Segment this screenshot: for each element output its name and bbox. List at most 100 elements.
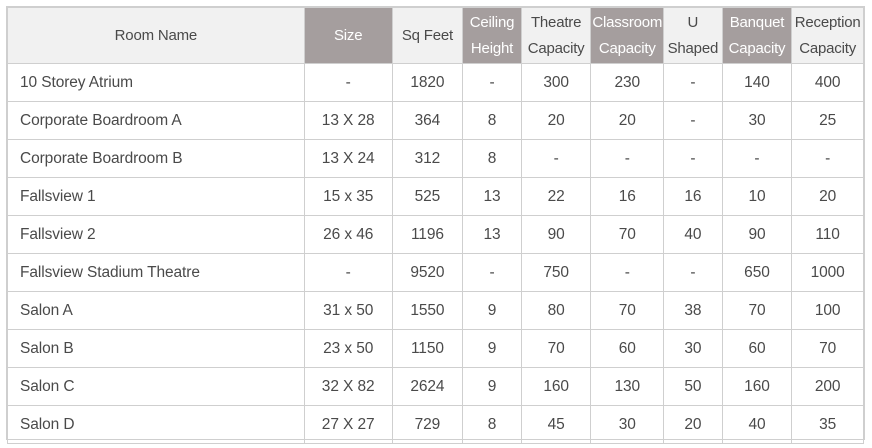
cell-room: Fallsview Stadium Theatre bbox=[7, 253, 305, 292]
column-header-ushaped: U Shaped bbox=[663, 7, 723, 64]
cell-theatre: 70 bbox=[520, 329, 592, 368]
cell-classroom: 130 bbox=[590, 367, 665, 406]
cell-room: Fallsview 1 bbox=[7, 177, 305, 216]
cell-room: Corporate Boardroom B bbox=[7, 139, 305, 178]
cell-ceiling: 9 bbox=[462, 367, 522, 406]
cell-sqft: 364 bbox=[391, 101, 464, 140]
cell-banquet: 30 bbox=[721, 101, 793, 140]
cell-reception: - bbox=[791, 139, 864, 178]
cell-theatre: 90 bbox=[520, 215, 592, 254]
cell-banquet: 60 bbox=[721, 329, 793, 368]
cell-classroom: 16 bbox=[590, 177, 665, 216]
cell-classroom: 70 bbox=[590, 215, 665, 254]
cell-size: - bbox=[303, 253, 393, 292]
cell-banquet: - bbox=[721, 139, 793, 178]
cell-size: 27 X 27 bbox=[303, 405, 393, 444]
cell-classroom: - bbox=[590, 253, 665, 292]
column-header-theatre: Theatre Capacity bbox=[520, 7, 592, 64]
cell-classroom: 70 bbox=[590, 291, 665, 330]
cell-ceiling: 13 bbox=[462, 177, 522, 216]
meeting-rooms-table-container: Room Name Size Sq Feet Ceiling Height Theatre… bbox=[6, 6, 865, 444]
cell-size: 23 x 50 bbox=[303, 329, 393, 368]
table-row: Salon A 31 x 50 1550 9 80 70 38 70 100 bbox=[7, 291, 864, 330]
cell-size: 26 x 46 bbox=[303, 215, 393, 254]
cell-theatre: 160 bbox=[520, 367, 592, 406]
table-row: Salon B 23 x 50 1150 9 70 60 30 60 70 bbox=[7, 329, 864, 368]
cell-sqft: 525 bbox=[391, 177, 464, 216]
cell-reception: 1000 bbox=[791, 253, 864, 292]
cell-reception: 100 bbox=[791, 291, 864, 330]
cell-theatre: 22 bbox=[520, 177, 592, 216]
column-header-label: Classroom bbox=[592, 13, 663, 31]
column-header-classroom: Classroom Capacity bbox=[590, 7, 665, 64]
cell-theatre: 80 bbox=[520, 291, 592, 330]
column-header-sqft: Sq Feet bbox=[391, 7, 464, 64]
cell-theatre: 300 bbox=[520, 63, 592, 102]
column-header-label: Height bbox=[470, 39, 514, 57]
cell-size: 31 x 50 bbox=[303, 291, 393, 330]
table-header: Room Name Size Sq Feet Ceiling Height Theatre… bbox=[7, 7, 864, 64]
cell-ushaped: 38 bbox=[663, 291, 723, 330]
cell-reception: 70 bbox=[791, 329, 864, 368]
table-body: 10 Storey Atrium -1820-300 230-140 400 Corpo… bbox=[7, 63, 864, 444]
cell-reception: 35 bbox=[791, 405, 864, 444]
column-header-label: Capacity bbox=[598, 39, 656, 57]
column-header-size: Size bbox=[303, 7, 393, 64]
cell-reception: 110 bbox=[791, 215, 864, 254]
cell-classroom: 230 bbox=[590, 63, 665, 102]
table-row: Corporate Boardroom B 13 X 24 312 8- - - - - bbox=[7, 139, 864, 178]
cell-size: 15 x 35 bbox=[303, 177, 393, 216]
cell-banquet: 140 bbox=[721, 63, 793, 102]
cell-ushaped: - bbox=[663, 101, 723, 140]
cell-theatre: 20 bbox=[520, 101, 592, 140]
cell-ceiling: 13 bbox=[462, 215, 522, 254]
cell-reception: 200 bbox=[791, 367, 864, 406]
table-row: 10 Storey Atrium -1820-300 230-140 400 bbox=[7, 63, 864, 102]
cell-sqft: 1550 bbox=[391, 291, 464, 330]
cell-banquet: 160 bbox=[721, 367, 793, 406]
cell-ceiling: 9 bbox=[462, 329, 522, 368]
cell-classroom: 30 bbox=[590, 405, 665, 444]
table-row: Fallsview 2 26 x 46 1196 13 90 70 40 90 110 bbox=[7, 215, 864, 254]
cell-classroom: - bbox=[590, 139, 665, 178]
column-header-label: Capacity bbox=[527, 39, 585, 57]
cell-room: Salon D bbox=[7, 405, 305, 444]
column-header-label: Sq Feet bbox=[401, 26, 453, 44]
cell-sqft: 1196 bbox=[391, 215, 464, 254]
cell-banquet: 650 bbox=[721, 253, 793, 292]
cell-banquet: 90 bbox=[721, 215, 793, 254]
cell-room: Corporate Boardroom A bbox=[7, 101, 305, 140]
cell-sqft: 1820 bbox=[391, 63, 464, 102]
table-row: Corporate Boardroom A 13 X 28 364 8 20 20-30 2… bbox=[7, 101, 864, 140]
column-header-label: Ceiling bbox=[469, 13, 515, 31]
column-header-label: Capacity bbox=[799, 39, 857, 57]
cell-ushaped: 16 bbox=[663, 177, 723, 216]
table-row: Fallsview 1 15 x 35 525 13 22 16 16 10 20 bbox=[7, 177, 864, 216]
cell-theatre: 45 bbox=[520, 405, 592, 444]
cell-ushaped: - bbox=[663, 139, 723, 178]
cell-room: Fallsview 2 bbox=[7, 215, 305, 254]
table-row: Salon D 27 X 27 729 8 45 30 20 40 35 bbox=[7, 405, 864, 444]
column-header-label: Theatre bbox=[530, 13, 582, 31]
cell-classroom: 60 bbox=[590, 329, 665, 368]
cell-reception: 400 bbox=[791, 63, 864, 102]
cell-ushaped: 30 bbox=[663, 329, 723, 368]
cell-room: Salon C bbox=[7, 367, 305, 406]
cell-banquet: 70 bbox=[721, 291, 793, 330]
cell-ushaped: 20 bbox=[663, 405, 723, 444]
cell-size: 32 X 82 bbox=[303, 367, 393, 406]
cell-sqft: 9520 bbox=[391, 253, 464, 292]
cell-banquet: 40 bbox=[721, 405, 793, 444]
cell-sqft: 1150 bbox=[391, 329, 464, 368]
table-row: Salon C 32 X 82 2624 9 160 130 50 160 200 bbox=[7, 367, 864, 406]
column-header-label: Room Name bbox=[114, 26, 198, 44]
cell-room: Salon B bbox=[7, 329, 305, 368]
table-row: Fallsview Stadium Theatre -9520-750- -650 1… bbox=[7, 253, 864, 292]
cell-ceiling: 9 bbox=[462, 291, 522, 330]
cell-ushaped: 50 bbox=[663, 367, 723, 406]
cell-banquet: 10 bbox=[721, 177, 793, 216]
cell-sqft: 312 bbox=[391, 139, 464, 178]
cell-size: - bbox=[303, 63, 393, 102]
cell-ushaped: - bbox=[663, 253, 723, 292]
column-header-label: Shaped bbox=[667, 39, 719, 57]
